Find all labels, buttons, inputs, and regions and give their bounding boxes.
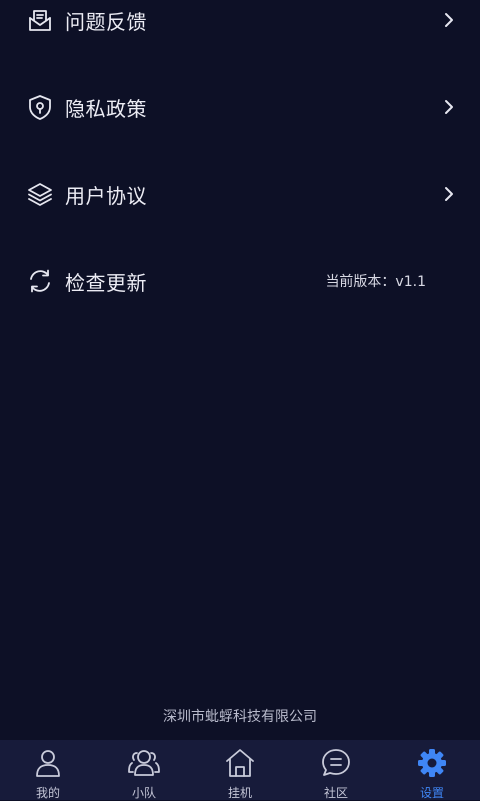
chevron-right-icon — [442, 10, 456, 30]
gear-icon — [415, 746, 449, 780]
shield-lock-icon — [26, 93, 54, 121]
tab-idle[interactable]: 挂机 — [192, 740, 288, 800]
chevron-right-icon — [442, 97, 456, 117]
bottom-tab-bar: 我的 小队 挂机 社区 设置 — [0, 740, 480, 800]
chat-icon — [319, 746, 353, 780]
settings-item-privacy[interactable]: 隐私政策 — [0, 77, 480, 137]
tab-team[interactable]: 小队 — [96, 740, 192, 800]
tab-label: 挂机 — [227, 786, 252, 800]
tab-label: 我的 — [35, 786, 60, 800]
settings-item-label: 检查更新 — [65, 270, 147, 295]
company-name: 深圳市蚍蜉科技有限公司 — [163, 709, 317, 725]
tab-me[interactable]: 我的 — [0, 740, 96, 800]
tab-label: 设置 — [419, 786, 444, 800]
home-icon — [223, 746, 257, 780]
tab-community[interactable]: 社区 — [288, 740, 384, 800]
settings-item-label: 用户协议 — [65, 183, 147, 208]
settings-item-user-agreement[interactable]: 用户协议 — [0, 164, 480, 224]
chevron-right-icon — [442, 184, 456, 204]
layers-icon — [26, 180, 54, 208]
user-icon — [31, 746, 65, 780]
refresh-icon — [26, 267, 54, 295]
tab-label: 小队 — [131, 786, 156, 800]
tab-settings[interactable]: 设置 — [384, 740, 480, 800]
settings-item-feedback[interactable]: 问题反馈 — [0, 0, 480, 50]
settings-item-check-update[interactable]: 检查更新 当前版本：v1.1 — [0, 251, 480, 311]
team-icon — [127, 746, 161, 780]
settings-item-label: 问题反馈 — [65, 9, 147, 34]
app-version-text: 当前版本：v1.1 — [325, 274, 426, 290]
mail-feedback-icon — [26, 6, 54, 34]
settings-item-label: 隐私政策 — [65, 96, 147, 121]
tab-label: 社区 — [323, 786, 348, 800]
